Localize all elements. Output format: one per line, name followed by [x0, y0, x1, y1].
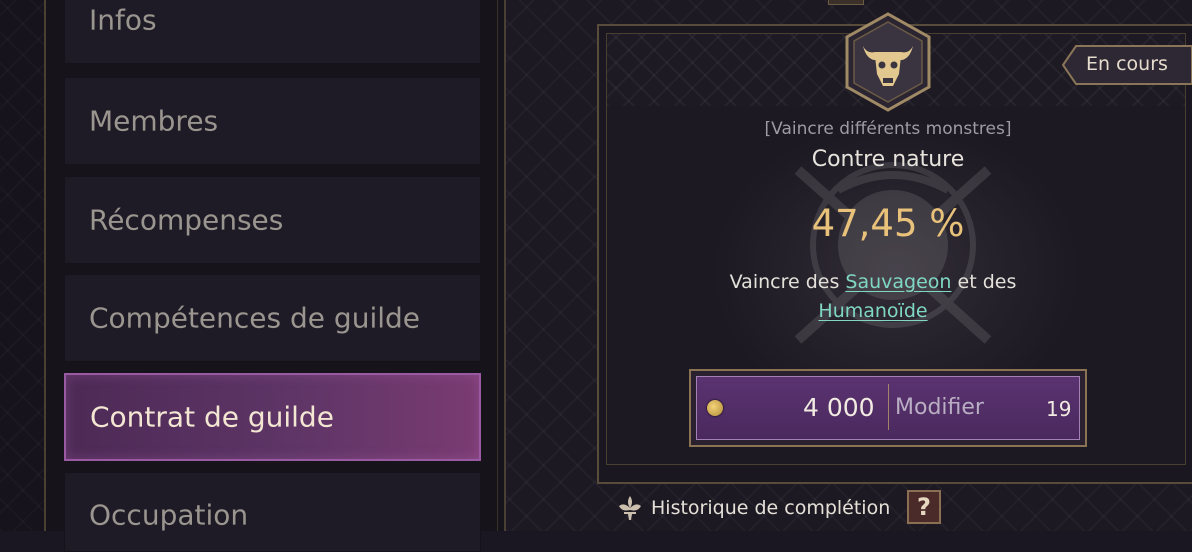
- sidebar-item-label: Occupation: [89, 498, 249, 532]
- button-divider: [888, 384, 889, 430]
- sidebar-item-label: Récompenses: [89, 203, 284, 237]
- coin-icon: [707, 400, 723, 416]
- bull-skull-emblem-icon: [845, 12, 931, 112]
- modify-label: Modifier: [895, 395, 984, 420]
- sidebar-item-occupation[interactable]: Occupation: [64, 472, 481, 552]
- sidebar-item-infos[interactable]: Infos: [64, 0, 481, 64]
- sidebar-item-label: Membres: [89, 104, 219, 138]
- sidebar-item-label: Contrat de guilde: [90, 400, 334, 434]
- sidebar-item-competences[interactable]: Compétences de guilde: [64, 274, 481, 362]
- sidebar-item-label: Compétences de guilde: [89, 301, 420, 335]
- modify-count: 19: [1046, 397, 1072, 421]
- sidebar-item-label: Infos: [89, 3, 157, 37]
- completion-history-link[interactable]: Historique de complétion: [651, 497, 890, 519]
- contract-description-line2: Humanoïde: [818, 300, 927, 322]
- fleur-de-lis-icon: [619, 496, 641, 520]
- cost-value: 4 000: [803, 393, 875, 422]
- status-badge: En cours: [1086, 53, 1168, 75]
- monster-link-humanoide[interactable]: Humanoïde: [818, 300, 927, 322]
- sidebar-item-recompenses[interactable]: Récompenses: [64, 176, 481, 264]
- description-text: Vaincre des: [729, 271, 840, 293]
- monster-link-sauvageon[interactable]: Sauvageon: [845, 271, 951, 293]
- sidebar-item-contrat[interactable]: Contrat de guilde: [64, 373, 481, 461]
- guild-crest-watermark-icon: [794, 162, 992, 344]
- sidebar-item-membres[interactable]: Membres: [64, 77, 481, 165]
- contract-description-line1: Vaincre des Sauvageon et des: [730, 271, 1017, 293]
- contract-name: Contre nature: [811, 147, 965, 172]
- description-text: et des: [957, 271, 1017, 293]
- help-button[interactable]: ?: [907, 490, 941, 524]
- left-decor-pattern: [0, 0, 46, 531]
- progress-percentage: 47,45 %: [811, 202, 965, 245]
- contract-category: [Vaincre différents monstres]: [764, 119, 1012, 139]
- top-tab-decor: [828, 0, 864, 5]
